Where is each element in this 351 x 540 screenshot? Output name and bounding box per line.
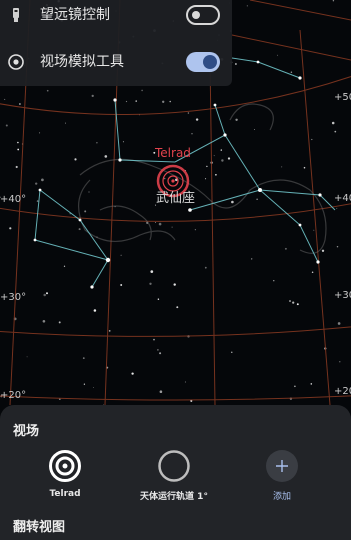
telrad-reticle-icon (49, 450, 81, 482)
menu-item-label: 望远镜控制 (40, 7, 110, 23)
fov-option-add[interactable]: 添加 (237, 450, 327, 506)
telescope-control-toggle[interactable] (186, 5, 220, 25)
fov-option-label: Telrad (49, 489, 81, 499)
declination-label: +20° (334, 386, 351, 397)
flip-view-section-title: 翻转视图 (13, 520, 66, 535)
fov-option-label: 天体运行轨道 1° (140, 492, 208, 502)
fov-simulator-toggle[interactable] (186, 52, 220, 72)
fov-bottom-sheet: 视场 Telrad 天体运行轨道 1° 添加 翻转视图 (0, 405, 351, 540)
circle-outline-icon (158, 450, 190, 482)
menu-item-label: 视场模拟工具 (40, 54, 124, 70)
target-icon (8, 54, 24, 70)
fov-option-label: 添加 (272, 492, 291, 502)
telrad-label: Telrad (155, 146, 191, 160)
menu-item-telescope-control[interactable]: 望远镜控制 (0, 0, 232, 35)
declination-label: +40° (0, 194, 27, 205)
declination-label: +40° (334, 193, 351, 204)
declination-label: +30° (334, 290, 351, 301)
fov-option-telrad[interactable]: Telrad (20, 450, 110, 506)
add-icon (266, 450, 298, 482)
menu-item-fov-simulator[interactable]: 视场模拟工具 (0, 42, 232, 82)
fov-section-title: 视场 (13, 424, 40, 439)
declination-label: +50° (334, 92, 351, 103)
declination-label: +30° (0, 292, 27, 303)
fov-option-orbit[interactable]: 天体运行轨道 1° (129, 450, 219, 506)
overlay-menu: 望远镜控制 视场模拟工具 (0, 0, 232, 86)
declination-label: +20° (0, 390, 27, 401)
constellation-stars (33, 60, 322, 289)
telescope-icon (13, 8, 19, 22)
constellation-name: 武仙座 (156, 191, 196, 206)
